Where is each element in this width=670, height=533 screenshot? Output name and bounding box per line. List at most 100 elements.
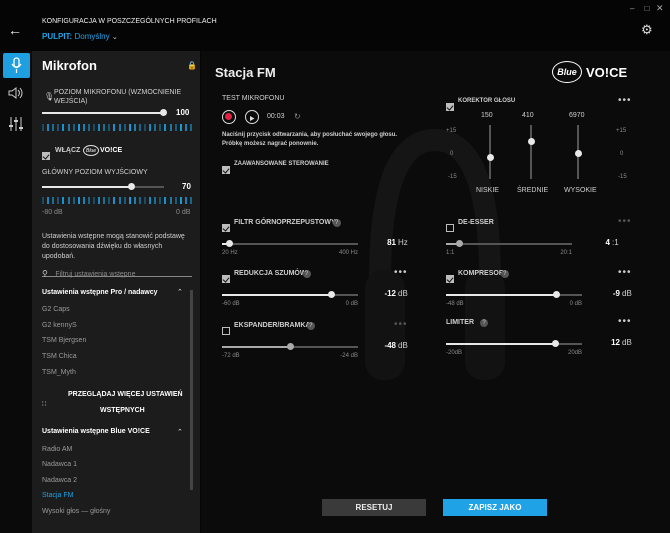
sidebar-scrollbar[interactable]	[190, 290, 193, 490]
expander-slider[interactable]	[222, 343, 358, 350]
window-controls[interactable]: –□	[630, 4, 659, 13]
eq-more-icon[interactable]: •••	[618, 95, 632, 106]
meter-segment	[98, 124, 101, 131]
highpass-help-icon[interactable]: ?	[332, 219, 341, 227]
eq-band-knob[interactable]	[527, 138, 535, 146]
meter-segment	[98, 197, 101, 204]
mic-level-label: POZIOM MIKROFONU (WZMOCNIENIE WEJŚCIA)	[54, 89, 182, 105]
noise-help-icon[interactable]: ?	[302, 270, 311, 278]
preset-item[interactable]: TSM Chica	[42, 353, 77, 360]
eq-checkbox[interactable]	[446, 98, 454, 116]
highpass-checkbox[interactable]	[222, 219, 230, 237]
highpass-max: 400 Hz	[338, 250, 358, 256]
meter-segment	[47, 124, 50, 131]
voice-logo-text: VO!CE	[586, 65, 628, 80]
advanced-controls-checkbox[interactable]	[222, 161, 230, 179]
meter-segment	[184, 197, 187, 204]
close-icon[interactable]: ✕	[656, 3, 664, 14]
mic-level-slider[interactable]	[42, 109, 167, 116]
noise-unit: dB	[398, 289, 408, 298]
compressor-max: 0 dB	[569, 301, 582, 307]
expander-more-icon[interactable]: •••	[394, 319, 408, 330]
eq-band-slider[interactable]	[530, 125, 532, 179]
meter-segment	[113, 197, 116, 204]
eq-scale-top-right: +15	[616, 128, 627, 134]
eq-scale-mid-left: 0	[450, 151, 454, 157]
meter-segment	[133, 197, 136, 204]
preset-group-blue[interactable]: Ustawienia wstępne Blue VO!CE	[42, 428, 150, 435]
advanced-controls-label: ZAAWANSOWANE STEROWANIE	[234, 161, 329, 167]
preset-item-selected[interactable]: Stacja FM	[42, 492, 74, 499]
deesser-max: 20:1	[560, 250, 572, 256]
highpass-slider[interactable]	[222, 240, 358, 247]
deesser-checkbox[interactable]	[446, 219, 454, 237]
browse-more-presets-line2[interactable]: WSTĘPNYCH	[100, 407, 145, 414]
deesser-min: 1:1	[446, 250, 455, 256]
eq-band-knob[interactable]	[486, 154, 494, 162]
save-as-button[interactable]: ZAPISZ JAKO	[443, 499, 547, 516]
microphone-tab[interactable]	[3, 53, 30, 78]
mic-small-icon: 🎙	[44, 92, 55, 101]
eq-label: KOREKTOR GŁOSU	[458, 98, 516, 104]
compressor-slider[interactable]	[446, 291, 582, 298]
meter-segment	[133, 124, 136, 131]
expander-checkbox[interactable]	[222, 322, 230, 340]
reset-button[interactable]: RESETUJ	[322, 499, 426, 516]
desktop-selector[interactable]: PULPIT: Domyślny ⌄	[42, 32, 118, 41]
meter-segment	[154, 124, 157, 131]
compressor-checkbox[interactable]	[446, 270, 454, 288]
preset-item[interactable]: TSM Bjergsen	[42, 337, 86, 344]
limiter-unit: dB	[622, 338, 632, 347]
preset-filter-input[interactable]: ⚲ Filtruj ustawienia wstępne	[42, 263, 192, 278]
preset-item[interactable]: Nadawca 1	[42, 461, 77, 468]
preset-item[interactable]: Wysoki głos — głośny	[42, 508, 110, 515]
loop-icon[interactable]: ↻	[294, 112, 301, 121]
limiter-slider[interactable]	[446, 340, 582, 347]
play-button[interactable]	[245, 110, 259, 124]
speaker-tab[interactable]	[8, 86, 24, 105]
meter-segment	[189, 197, 192, 204]
compressor-help-icon[interactable]: ?	[500, 270, 509, 278]
settings-gear-icon[interactable]: ⚙	[641, 22, 653, 38]
eq-band-name: ŚREDNIE	[517, 187, 549, 194]
equalizer-tab[interactable]	[8, 116, 24, 137]
noise-more-icon[interactable]: •••	[394, 267, 408, 278]
preset-item[interactable]: TSM_Myth	[42, 369, 76, 376]
deesser-label: DE-ESSER	[458, 219, 494, 226]
preset-item[interactable]: G2 Caps	[42, 306, 70, 313]
preset-group-pro[interactable]: Ustawienia wstępne Pro / nadawcy	[42, 289, 158, 296]
meter-segment	[42, 124, 44, 131]
meter-segment	[108, 197, 111, 204]
expander-help-icon[interactable]: ?	[306, 322, 315, 330]
preset-item[interactable]: Nadawca 2	[42, 477, 77, 484]
presets-description: Ustawienia wstępne mogą stanowić podstaw…	[42, 233, 185, 260]
eq-band-freq: 6970	[569, 112, 585, 119]
output-level-slider[interactable]	[42, 183, 164, 190]
limiter-max: 20dB	[567, 350, 582, 356]
preset-item[interactable]: G2 kennyS	[42, 322, 77, 329]
limiter-more-icon[interactable]: •••	[618, 316, 632, 327]
limiter-value: 12	[611, 338, 620, 347]
preset-item[interactable]: Radio AM	[42, 446, 72, 453]
noise-checkbox[interactable]	[222, 270, 230, 288]
search-icon: ⚲	[42, 269, 48, 278]
expander-label: EKSPANDER/BRAMKA	[234, 322, 311, 329]
deesser-slider[interactable]	[446, 240, 572, 247]
meter-segment	[93, 124, 95, 131]
meter-segment	[103, 124, 106, 131]
compressor-more-icon[interactable]: •••	[618, 267, 632, 278]
mic-test-time: 00:03	[267, 113, 285, 120]
meter-segment	[52, 124, 55, 131]
eq-scale-bottom-right: -15	[618, 174, 627, 180]
record-button[interactable]	[222, 110, 236, 124]
chevron-up-icon[interactable]: ⌃	[177, 288, 183, 296]
chevron-up-icon[interactable]: ⌃	[177, 428, 183, 436]
deesser-more-icon[interactable]: •••	[618, 216, 632, 227]
enable-voice-checkbox[interactable]	[42, 147, 50, 165]
deesser-value: 4	[605, 238, 610, 247]
noise-slider[interactable]	[222, 291, 358, 298]
browse-more-presets-line1[interactable]: PRZEGLĄDAJ WIĘCEJ USTAWIEŃ	[68, 391, 183, 398]
back-arrow-icon[interactable]: ←	[8, 22, 22, 38]
eq-band-slider[interactable]	[489, 125, 491, 179]
eq-band-knob[interactable]	[574, 150, 582, 158]
